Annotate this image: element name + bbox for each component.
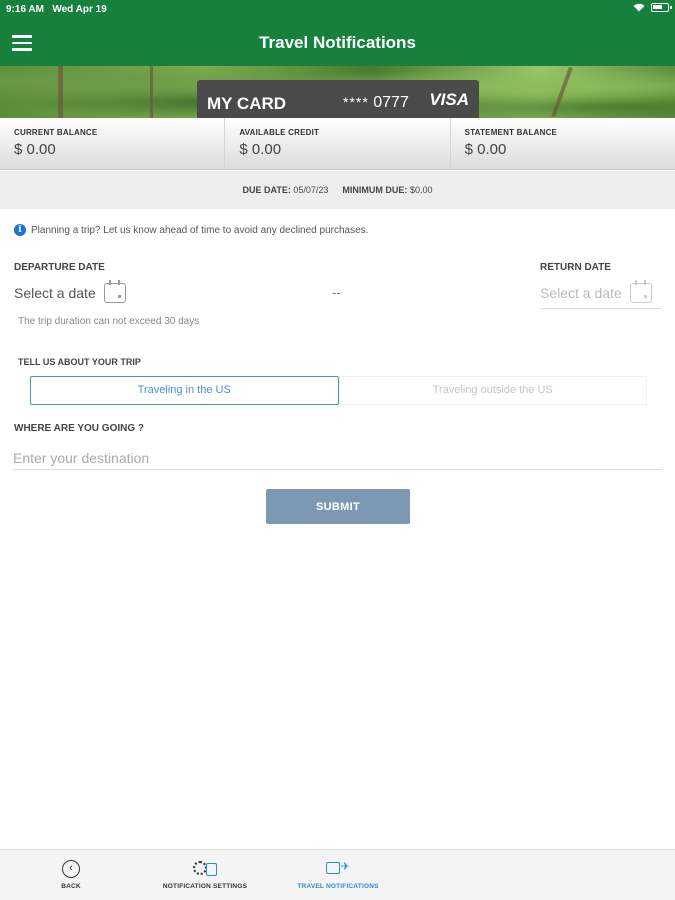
departure-date-field[interactable]: Select a date <box>14 280 126 303</box>
status-time: 9:16 AM Wed Apr 19 <box>6 4 107 15</box>
destination-input[interactable] <box>13 446 662 470</box>
status-date: Wed Apr 19 <box>52 4 107 15</box>
available-credit-label: AVAILABLE CREDIT <box>239 128 320 137</box>
card-last4: 0777 <box>373 94 409 111</box>
current-balance: CURRENT BALANCE $ 0.00 <box>0 118 226 169</box>
notification-settings-icon <box>191 860 219 878</box>
available-credit: AVAILABLE CREDIT $ 0.00 <box>225 118 451 169</box>
traveling-outside-us-option[interactable]: Traveling outside the US <box>338 376 647 405</box>
back-icon: ‹ <box>62 860 80 878</box>
duration-hint: The trip duration can not exceed 30 days <box>18 316 200 327</box>
status-clock: 9:16 AM <box>6 4 44 15</box>
page-title: Travel Notifications <box>259 33 416 52</box>
info-icon: i <box>14 224 26 236</box>
trip-type-label: TELL US ABOUT YOUR TRIP <box>18 357 141 367</box>
wifi-icon <box>633 3 645 12</box>
tab-back[interactable]: ‹ BACK <box>58 860 84 890</box>
departure-date-value: Select a date <box>14 285 96 301</box>
minimum-due-value: $0.00 <box>409 185 433 195</box>
info-text: Planning a trip? Let us know ahead of ti… <box>31 224 369 236</box>
destination-label: WHERE ARE YOU GOING ? <box>14 423 145 434</box>
departure-date-label: DEPARTURE DATE <box>14 262 105 273</box>
return-date-label: RETURN DATE <box>540 262 611 273</box>
date-separator: -- <box>332 285 341 300</box>
calendar-icon[interactable] <box>103 280 126 303</box>
return-date-field[interactable]: Select a date <box>540 280 652 303</box>
due-date-label: DUE DATE: <box>242 185 291 195</box>
card-number: **** 0777 <box>343 94 409 112</box>
return-date-underline <box>540 308 662 309</box>
banner-decoration <box>551 66 573 118</box>
traveling-in-us-option[interactable]: Traveling in the US <box>30 376 339 405</box>
submit-button[interactable]: SUBMIT <box>266 489 410 524</box>
current-balance-value: $ 0.00 <box>14 141 56 158</box>
nav-bar: Travel Notifications <box>0 20 675 66</box>
card-banner: MY CARD **** 0777 VISA <box>0 66 675 118</box>
info-message: i Planning a trip? Let us know ahead of … <box>14 224 368 236</box>
calendar-icon[interactable] <box>629 280 652 303</box>
statement-balance-label: STATEMENT BALANCE <box>464 128 558 137</box>
battery-icon <box>651 3 672 12</box>
banner-decoration <box>58 66 63 118</box>
statement-balance-value: $ 0.00 <box>464 141 507 158</box>
due-date-value: 05/07/23 <box>293 185 329 195</box>
tab-travel-notifications[interactable]: ✈ TRAVEL NOTIFICATIONS <box>294 860 382 890</box>
card-number-mask: **** <box>343 94 369 110</box>
tab-back-label: BACK <box>61 883 81 890</box>
tab-notification-settings-label: NOTIFICATION SETTINGS <box>162 883 248 890</box>
travel-notifications-icon: ✈ <box>324 860 352 878</box>
trip-type-toggle: Traveling in the US Traveling outside th… <box>30 376 647 405</box>
available-credit-value: $ 0.00 <box>239 141 282 158</box>
status-bar: 9:16 AM Wed Apr 19 <box>0 0 675 20</box>
balance-summary: CURRENT BALANCE $ 0.00 AVAILABLE CREDIT … <box>0 118 675 170</box>
current-balance-label: CURRENT BALANCE <box>14 128 98 137</box>
due-date-bar: DUE DATE: 05/07/23 MINIMUM DUE: $0.00 <box>0 171 675 209</box>
return-date-value: Select a date <box>540 285 622 301</box>
tab-notification-settings[interactable]: NOTIFICATION SETTINGS <box>160 860 250 890</box>
card-name: MY CARD <box>207 94 287 113</box>
status-icons <box>633 3 672 12</box>
card-summary: MY CARD **** 0777 VISA <box>197 80 479 118</box>
banner-decoration <box>150 66 153 118</box>
tab-travel-notifications-label: TRAVEL NOTIFICATIONS <box>297 883 379 890</box>
visa-logo: VISA <box>429 90 469 109</box>
statement-balance: STATEMENT BALANCE $ 0.00 <box>451 118 675 169</box>
bottom-tab-bar: ‹ BACK NOTIFICATION SETTINGS ✈ TRAVEL NO… <box>0 849 675 900</box>
minimum-due-label: MINIMUM DUE: <box>342 185 408 195</box>
